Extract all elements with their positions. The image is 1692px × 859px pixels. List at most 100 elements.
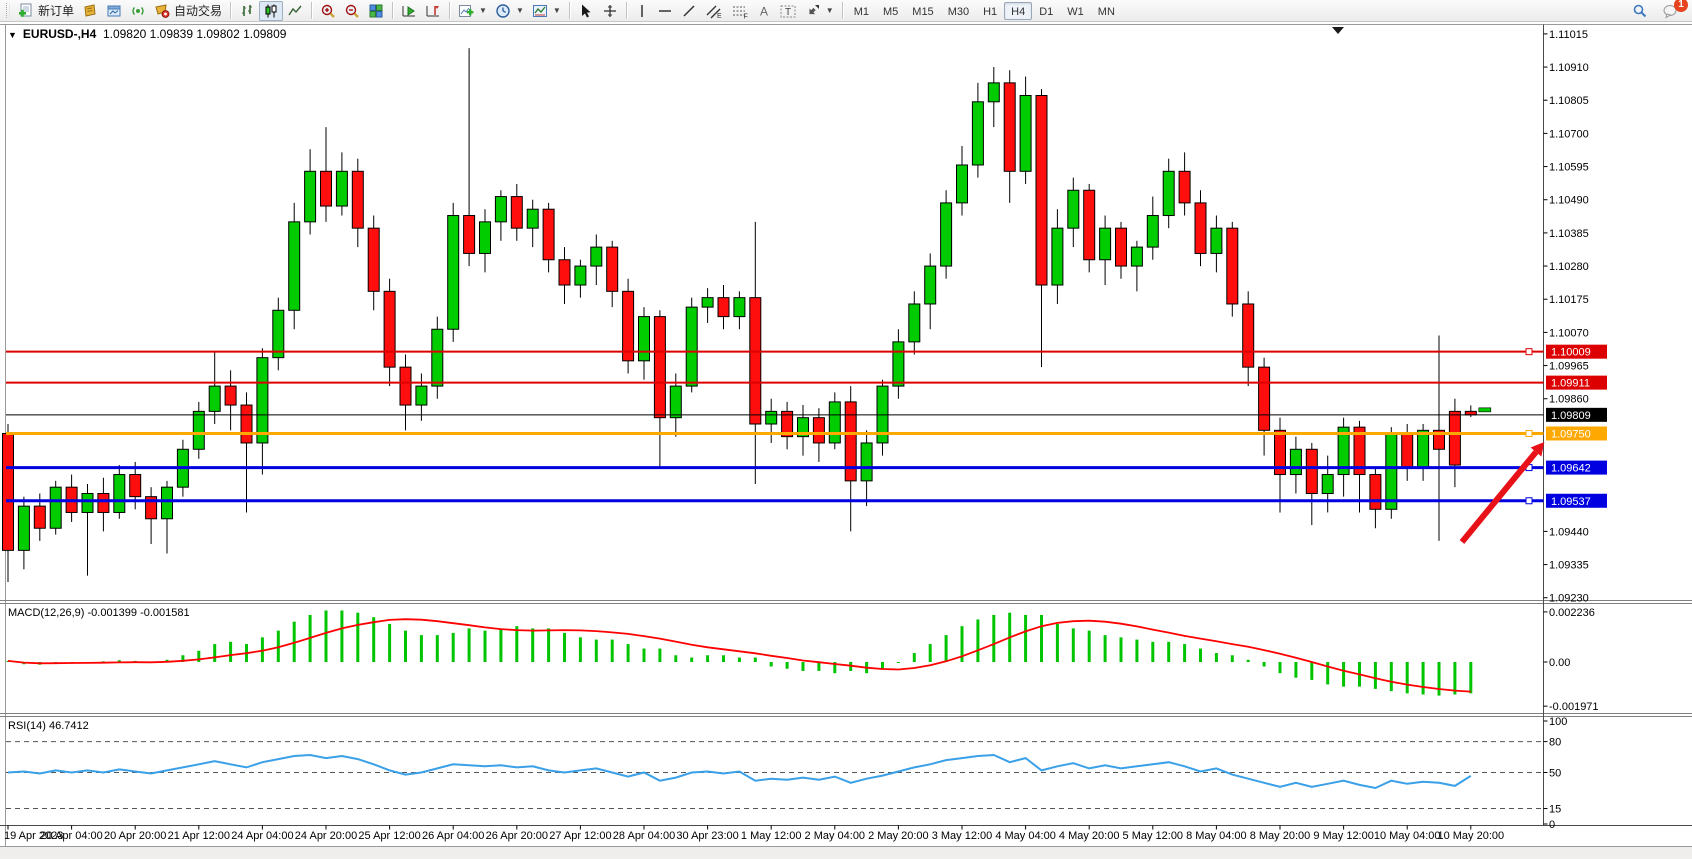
timeframe-w1[interactable]: W1 xyxy=(1060,2,1091,20)
timeframe-h4[interactable]: H4 xyxy=(1004,2,1032,20)
candle xyxy=(623,291,634,360)
cursor-icon xyxy=(578,3,594,19)
indicators-button[interactable]: ▼ xyxy=(454,1,491,21)
candle xyxy=(734,298,745,317)
svg-text:1.10700: 1.10700 xyxy=(1549,128,1589,140)
svg-text:1.10070: 1.10070 xyxy=(1549,327,1589,339)
chart-canvas[interactable]: 1.100091.099111.097501.096421.095371.098… xyxy=(0,22,1692,854)
arrows-button[interactable]: ▼ xyxy=(801,1,838,21)
candle xyxy=(464,216,475,254)
candle xyxy=(114,475,125,513)
toolbar-grip[interactable] xyxy=(6,3,10,18)
vertical-line-icon xyxy=(635,3,649,19)
auto-trading-icon xyxy=(154,3,170,19)
macd-histogram-bar xyxy=(722,655,725,662)
line-handle[interactable] xyxy=(1526,498,1532,504)
templates-button[interactable]: ▼ xyxy=(528,1,565,21)
candle xyxy=(1418,430,1429,468)
crosshair-button[interactable] xyxy=(598,1,622,21)
periods-button[interactable]: ▼ xyxy=(491,1,528,21)
candle xyxy=(289,222,300,310)
svg-text:0.002236: 0.002236 xyxy=(1549,607,1595,619)
macd-histogram-bar xyxy=(1294,662,1297,678)
macd-histogram-bar xyxy=(452,633,455,662)
timeframe-m5[interactable]: M5 xyxy=(876,2,905,20)
candle xyxy=(209,386,220,411)
separator xyxy=(449,2,450,19)
notifications-button[interactable]: 1 xyxy=(1658,1,1682,21)
dropdown-caret: ▼ xyxy=(553,6,561,15)
svg-text:1.10280: 1.10280 xyxy=(1549,261,1589,273)
candle xyxy=(1036,95,1047,285)
timeframe-m15[interactable]: M15 xyxy=(905,2,940,20)
trendline-button[interactable] xyxy=(677,1,701,21)
candle xyxy=(639,317,650,361)
text-label-button[interactable]: T xyxy=(775,1,801,21)
zoom-out-button[interactable] xyxy=(340,1,364,21)
trendline-icon xyxy=(681,3,697,19)
fibonacci-button[interactable]: F xyxy=(727,1,753,21)
chart-window[interactable]: ▼EURUSD-,H4 1.09820 1.09839 1.09802 1.09… xyxy=(0,22,1692,854)
tile-windows-button[interactable] xyxy=(364,1,388,21)
candle xyxy=(511,197,522,229)
quotes-icon xyxy=(82,3,98,19)
equidistant-channel-button[interactable]: E xyxy=(701,1,727,21)
macd-histogram-bar xyxy=(356,613,359,662)
timeframe-m30[interactable]: M30 xyxy=(941,2,976,20)
line-handle[interactable] xyxy=(1526,349,1532,355)
candlestick-chart-button[interactable] xyxy=(259,1,283,21)
cursor-button[interactable] xyxy=(574,1,598,21)
market-watch-button[interactable] xyxy=(102,1,126,21)
time-label: 8 May 20:00 xyxy=(1250,830,1311,842)
candle xyxy=(384,291,395,367)
chart-shift-button[interactable] xyxy=(421,1,445,21)
candle xyxy=(257,358,268,443)
time-label: 21 Apr 12:00 xyxy=(168,830,230,842)
timeframe-h1[interactable]: H1 xyxy=(976,2,1004,20)
candle xyxy=(575,266,586,285)
candle xyxy=(1290,449,1301,474)
horizontal-line-button[interactable] xyxy=(653,1,677,21)
quotes-button[interactable] xyxy=(78,1,102,21)
svg-text:1.09911: 1.09911 xyxy=(1551,378,1590,390)
svg-text:1.10490: 1.10490 xyxy=(1549,195,1589,207)
line-chart-button[interactable] xyxy=(283,1,307,21)
candle xyxy=(448,216,459,330)
timeframe-mn[interactable]: MN xyxy=(1091,2,1122,20)
search-button[interactable] xyxy=(1628,1,1652,21)
timeframe-m1[interactable]: M1 xyxy=(847,2,876,20)
macd-histogram-bar xyxy=(976,619,979,662)
new-order-button[interactable]: 新订单 xyxy=(14,1,78,21)
svg-text:1.09537: 1.09537 xyxy=(1551,496,1591,508)
line-chart-icon xyxy=(287,3,303,19)
macd-histogram-bar xyxy=(1072,628,1075,662)
auto-scroll-button[interactable] xyxy=(397,1,421,21)
candle xyxy=(1259,367,1270,430)
candle xyxy=(1147,216,1158,248)
macd-histogram-bar xyxy=(1390,662,1393,691)
candle xyxy=(829,402,840,443)
text-button[interactable]: A xyxy=(753,1,775,21)
navigator-button[interactable] xyxy=(126,1,150,21)
bar-chart-button[interactable] xyxy=(235,1,259,21)
timeframe-d1[interactable]: D1 xyxy=(1032,2,1060,20)
candle xyxy=(1068,190,1079,228)
time-label: 9 May 12:00 xyxy=(1313,830,1374,842)
candle xyxy=(480,222,491,254)
candle xyxy=(1179,171,1190,203)
candle xyxy=(607,247,618,291)
macd-histogram-bar xyxy=(579,637,582,662)
macd-histogram-bar xyxy=(547,628,550,662)
main-toolbar: 新订单 自动交易 xyxy=(0,0,1692,22)
vertical-line-button[interactable] xyxy=(631,1,653,21)
candle xyxy=(813,418,824,443)
macd-histogram-bar xyxy=(1279,662,1282,673)
macd-histogram-bar xyxy=(674,655,677,662)
macd-histogram-bar xyxy=(754,658,757,662)
zoom-in-button[interactable] xyxy=(316,1,340,21)
time-label: 3 May 12:00 xyxy=(932,830,993,842)
line-handle[interactable] xyxy=(1526,430,1532,436)
candle xyxy=(352,171,363,228)
symbol-dropdown-icon[interactable]: ▼ xyxy=(8,30,17,40)
auto-trading-button[interactable]: 自动交易 xyxy=(150,1,226,21)
